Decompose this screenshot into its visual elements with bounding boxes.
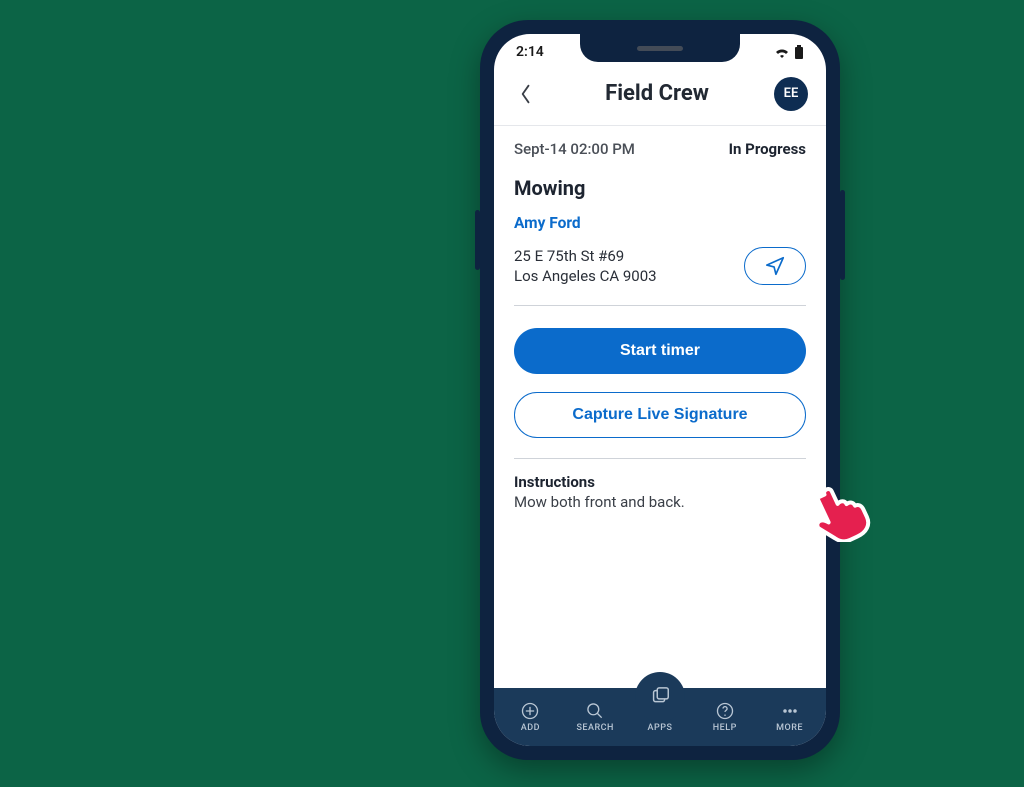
- back-button[interactable]: [512, 80, 540, 108]
- job-status-row: Sept-14 02:00 PM In Progress: [514, 140, 806, 158]
- battery-icon: [794, 45, 804, 59]
- address-line-1: 25 E 75th St #69: [514, 246, 657, 266]
- job-status: In Progress: [729, 140, 806, 158]
- nav-add-label: ADD: [521, 723, 540, 733]
- job-content: Sept-14 02:00 PM In Progress Mowing Amy …: [494, 126, 826, 688]
- page-title: Field Crew: [605, 81, 709, 106]
- avatar-initials: EE: [784, 86, 799, 101]
- apps-icon: [649, 686, 671, 708]
- address-line-2: Los Angeles CA 9003: [514, 266, 657, 286]
- phone-frame: 2:14 Field Crew EE Sept-14 02: [480, 20, 840, 760]
- nav-apps-label: APPS: [648, 723, 673, 733]
- instructions-section: Instructions Mow both front and back.: [514, 458, 806, 511]
- job-datetime: Sept-14 02:00 PM: [514, 140, 635, 158]
- app-header: Field Crew EE: [494, 70, 826, 126]
- phone-notch: [580, 34, 740, 62]
- bottom-nav-bump: [635, 672, 685, 722]
- nav-search-label: SEARCH: [576, 723, 613, 733]
- job-title: Mowing: [514, 176, 806, 200]
- nav-search[interactable]: SEARCH: [563, 701, 628, 733]
- navigate-button[interactable]: [744, 247, 806, 285]
- status-icons: [774, 45, 804, 59]
- status-time: 2:14: [516, 44, 544, 60]
- speaker-slot: [637, 46, 683, 51]
- avatar[interactable]: EE: [774, 77, 808, 111]
- start-timer-button[interactable]: Start timer: [514, 328, 806, 374]
- search-icon: [585, 701, 605, 721]
- start-timer-label: Start timer: [620, 342, 700, 360]
- more-horizontal-icon: [780, 701, 800, 721]
- customer-name-link[interactable]: Amy Ford: [514, 214, 581, 232]
- navigation-icon: [764, 255, 786, 277]
- nav-more[interactable]: MORE: [757, 701, 822, 733]
- instructions-heading: Instructions: [514, 473, 806, 491]
- nav-add[interactable]: ADD: [498, 701, 563, 733]
- wifi-icon: [774, 46, 790, 58]
- capture-signature-label: Capture Live Signature: [572, 406, 747, 424]
- customer-row: Amy Ford (630)555-3393: [514, 214, 806, 232]
- nav-more-label: MORE: [776, 723, 803, 733]
- instructions-body: Mow both front and back.: [514, 493, 806, 511]
- address-row: 25 E 75th St #69 Los Angeles CA 9003: [514, 246, 806, 306]
- nav-help[interactable]: HELP: [692, 701, 757, 733]
- job-address: 25 E 75th St #69 Los Angeles CA 9003: [514, 246, 657, 287]
- chevron-left-icon: [519, 84, 533, 104]
- nav-help-label: HELP: [713, 723, 737, 733]
- plus-circle-icon: [520, 701, 540, 721]
- phone-screen: 2:14 Field Crew EE Sept-14 02: [494, 34, 826, 746]
- bottom-nav: ADD SEARCH APPS HELP MORE: [494, 688, 826, 746]
- capture-signature-button[interactable]: Capture Live Signature: [514, 392, 806, 438]
- help-circle-icon: [715, 701, 735, 721]
